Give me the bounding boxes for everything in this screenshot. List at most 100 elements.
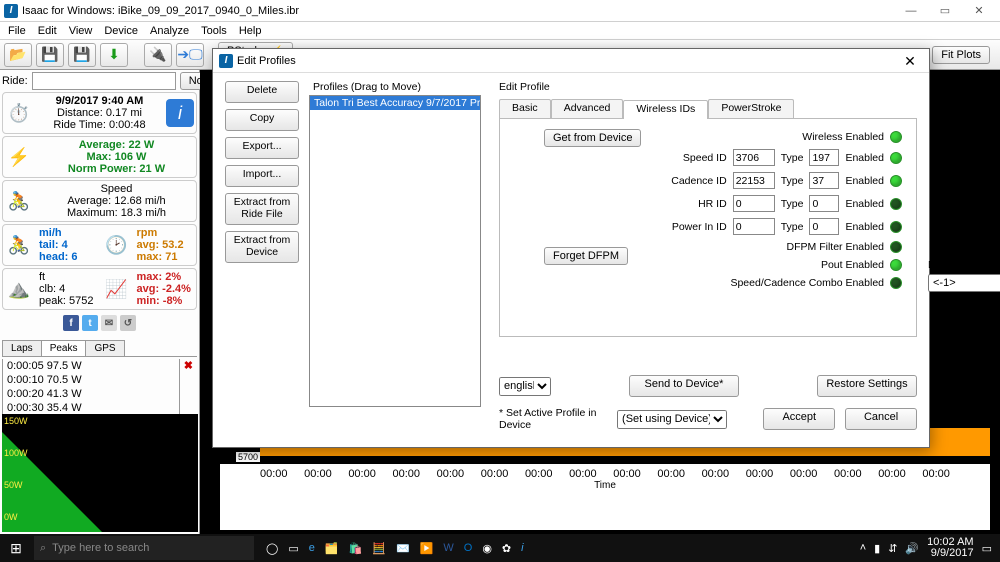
edge-icon[interactable]: e xyxy=(309,542,315,555)
list-item[interactable]: 0:00:10 70.5 W xyxy=(3,373,179,387)
tray-up-icon[interactable]: ˄ xyxy=(860,542,866,554)
fit-plots-button[interactable]: Fit Plots xyxy=(932,46,990,64)
restore-settings-button[interactable]: Restore Settings xyxy=(817,375,917,397)
taskbar-search[interactable]: ⌕ Type here to search xyxy=(34,536,254,560)
menu-analyze[interactable]: Analyze xyxy=(146,25,193,37)
cadence-id-input[interactable] xyxy=(733,172,775,189)
cadence-enabled-label: Enabled xyxy=(845,175,884,187)
ride-time: Ride Time: 0:00:48 xyxy=(39,119,160,131)
set-active-select[interactable]: (Set using Device) xyxy=(617,410,727,429)
info-icon[interactable]: i xyxy=(166,99,194,127)
speed-id-input[interactable] xyxy=(733,149,775,166)
copy-button[interactable]: Copy xyxy=(225,109,299,131)
tab-powerstroke[interactable]: PowerStroke xyxy=(708,99,794,118)
hr-id-input[interactable] xyxy=(733,195,775,212)
send-to-device-button[interactable]: Send to Device* xyxy=(629,375,739,397)
isaac-icon[interactable]: i xyxy=(521,542,523,555)
wireless-enabled-indicator[interactable] xyxy=(890,131,902,143)
tick: 00:00 xyxy=(437,468,465,480)
list-item[interactable]: 0:00:30 35.4 W xyxy=(3,401,179,415)
store-icon[interactable]: 🛍️ xyxy=(349,542,363,555)
tab-gps[interactable]: GPS xyxy=(85,340,124,356)
menu-view[interactable]: View xyxy=(65,25,97,37)
profile-item-selected[interactable]: Talon Tri Best Accuracy 9/7/2017 Prof# 1 xyxy=(310,96,480,110)
mail-icon[interactable]: ✉️ xyxy=(396,542,410,555)
share-icon[interactable]: ↺ xyxy=(120,315,136,331)
sound-icon[interactable]: 🔊 xyxy=(905,542,919,555)
pout-enabled-indicator[interactable] xyxy=(890,259,902,271)
forget-dfpm-button[interactable]: Forget DFPM xyxy=(544,247,628,265)
open-icon[interactable]: 📂 xyxy=(4,43,32,67)
combo-enabled-indicator[interactable] xyxy=(890,277,902,289)
twitter-icon[interactable]: t xyxy=(82,315,98,331)
app-icon[interactable]: ✿ xyxy=(502,542,511,555)
cadence-type-input[interactable] xyxy=(809,172,839,189)
dialog-close-button[interactable]: ✕ xyxy=(897,51,923,71)
cancel-button[interactable]: Cancel xyxy=(845,408,917,430)
calc-icon[interactable]: 🧮 xyxy=(372,542,386,555)
speed-title: Speed xyxy=(39,183,194,195)
speed-enabled-indicator[interactable] xyxy=(890,152,902,164)
mountain-icon: ⛰️ xyxy=(5,275,33,303)
taskview-icon[interactable]: ▭ xyxy=(288,542,298,555)
battery-icon[interactable]: ▮ xyxy=(874,542,880,555)
to-device-icon[interactable]: ➔🖵 xyxy=(176,43,204,67)
start-button[interactable]: ⊞ xyxy=(0,540,32,557)
outlook-icon[interactable]: O xyxy=(464,542,473,555)
power-type-input[interactable] xyxy=(809,218,839,235)
menu-file[interactable]: File xyxy=(4,25,30,37)
tab-wireless-ids[interactable]: Wireless IDs xyxy=(623,100,708,119)
menu-device[interactable]: Device xyxy=(100,25,142,37)
power-enabled-indicator[interactable] xyxy=(890,221,902,233)
menu-help[interactable]: Help xyxy=(235,25,266,37)
tab-basic[interactable]: Basic xyxy=(499,99,551,118)
speed-type-input[interactable] xyxy=(809,149,839,166)
chrome-icon[interactable]: ◉ xyxy=(482,542,492,555)
usb-icon[interactable]: ⬇ xyxy=(100,43,128,67)
menu-edit[interactable]: Edit xyxy=(34,25,61,37)
ride-input[interactable] xyxy=(32,72,176,90)
list-item[interactable]: 0:00:20 41.3 W xyxy=(3,387,179,401)
export-button[interactable]: Export... xyxy=(225,137,299,159)
explorer-icon[interactable]: 🗂️ xyxy=(325,542,339,555)
maximize-button[interactable]: ▭ xyxy=(928,1,962,21)
word-icon[interactable]: W xyxy=(443,542,453,555)
wifi-icon[interactable]: ⇵ xyxy=(888,542,897,555)
extract-from-file-button[interactable]: Extract from Ride File xyxy=(225,193,299,225)
facebook-icon[interactable]: f xyxy=(63,315,79,331)
power-id-input[interactable] xyxy=(733,218,775,235)
mail-icon[interactable]: ✉ xyxy=(101,315,117,331)
device-icon[interactable]: 🔌 xyxy=(144,43,172,67)
notifications-icon[interactable]: ▭ xyxy=(982,542,992,555)
menu-tools[interactable]: Tools xyxy=(197,25,231,37)
cadence-enabled-indicator[interactable] xyxy=(890,175,902,187)
ride-datetime: 9/9/2017 9:40 AM xyxy=(39,95,160,107)
pm-model-select[interactable]: <-1> xyxy=(928,274,1000,292)
language-select[interactable]: english xyxy=(499,377,551,396)
save-icon[interactable]: 💾 xyxy=(36,43,64,67)
cortana-icon[interactable]: ◯ xyxy=(266,542,278,555)
get-from-device-button[interactable]: Get from Device xyxy=(544,129,641,147)
power-type-label: Type xyxy=(781,221,804,233)
profile-tabs: Basic Advanced Wireless IDs PowerStroke xyxy=(499,99,917,119)
media-icon[interactable]: ▶️ xyxy=(420,542,434,555)
side-tabs: Laps Peaks GPS xyxy=(2,340,197,357)
save2-icon[interactable]: 💾 xyxy=(68,43,96,67)
power-card: ⚡ Average: 22 W Max: 106 W Norm Power: 2… xyxy=(2,136,197,178)
tab-advanced[interactable]: Advanced xyxy=(551,99,624,118)
hr-enabled-indicator[interactable] xyxy=(890,198,902,210)
hr-type-input[interactable] xyxy=(809,195,839,212)
tab-laps[interactable]: Laps xyxy=(2,340,42,356)
tab-peaks[interactable]: Peaks xyxy=(41,340,87,356)
import-button[interactable]: Import... xyxy=(225,165,299,187)
list-item[interactable]: 0:00:05 97.5 W xyxy=(3,359,179,373)
minimize-button[interactable]: — xyxy=(894,1,928,21)
extract-from-device-button[interactable]: Extract from Device xyxy=(225,231,299,263)
profiles-list[interactable]: Talon Tri Best Accuracy 9/7/2017 Prof# 1 xyxy=(309,95,481,407)
delete-button[interactable]: Delete xyxy=(225,81,299,103)
dfpm-filter-indicator[interactable] xyxy=(890,241,902,253)
close-button[interactable]: ✕ xyxy=(962,1,996,21)
set-active-label: * Set Active Profile in Device xyxy=(499,407,607,431)
accept-button[interactable]: Accept xyxy=(763,408,835,430)
tick: 00:00 xyxy=(613,468,641,480)
